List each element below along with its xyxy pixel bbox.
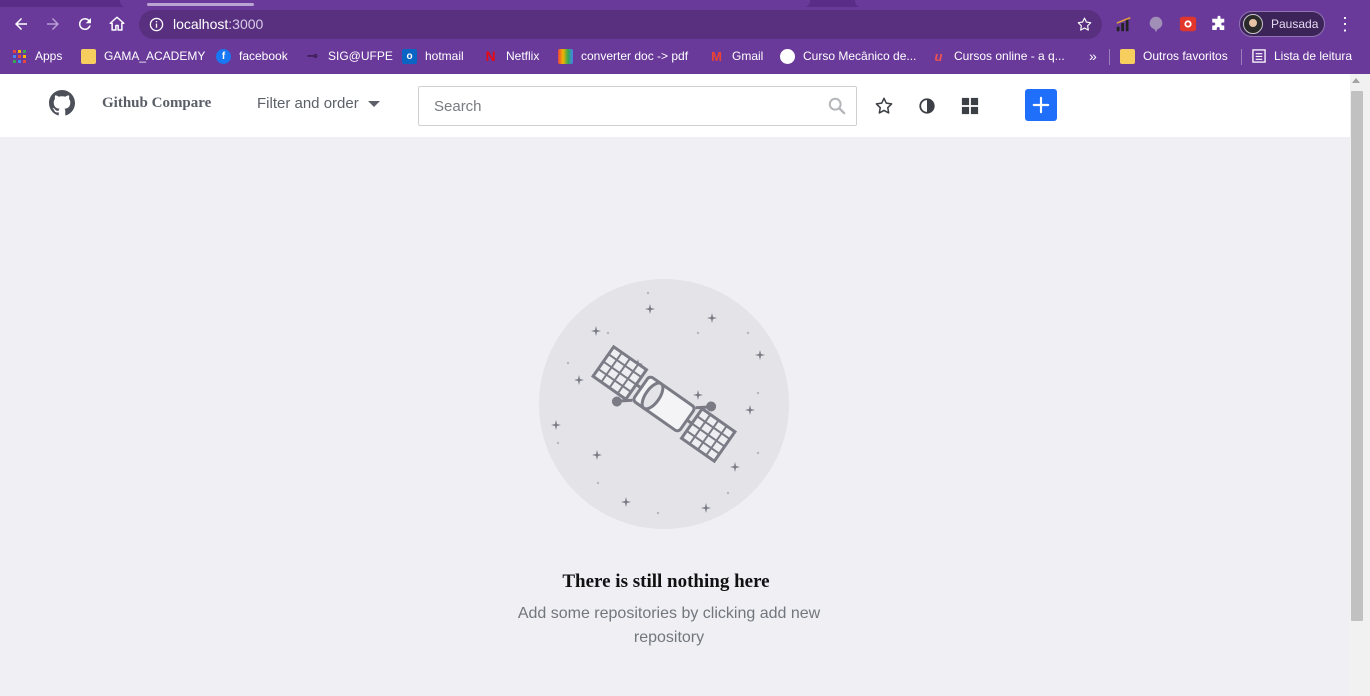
url-text[interactable]: localhost:3000	[173, 16, 263, 32]
tab-strip-right	[855, 0, 1370, 7]
bookmark-cursos-online[interactable]: u Cursos online - a q...	[931, 47, 1065, 65]
outlook-icon: o	[402, 48, 417, 64]
bookmark-label: Curso Mecânico de...	[803, 49, 917, 63]
satellite-illustration	[539, 279, 789, 529]
browser-menu-icon[interactable]: ⋮	[1336, 14, 1354, 34]
browser-toolbar: localhost:3000 Pausada ⋮	[0, 7, 1370, 41]
search-icon[interactable]	[828, 97, 846, 115]
facebook-icon: f	[216, 48, 231, 64]
reading-list-icon	[1251, 49, 1266, 64]
bookmark-other-favorites[interactable]: Outros favoritos	[1120, 47, 1228, 65]
search-box	[418, 86, 857, 126]
reading-list-button[interactable]: Lista de leitura	[1251, 47, 1352, 65]
folder-icon	[1120, 48, 1135, 64]
bookmark-label: Cursos online - a q...	[954, 49, 1065, 63]
search-input[interactable]	[419, 87, 819, 125]
forward-icon[interactable]	[41, 12, 65, 36]
profile-status-label: Pausada	[1271, 17, 1319, 31]
bookmark-label: Netflix	[506, 49, 540, 63]
bookmark-gama-academy[interactable]: GAMA_ACADEMY	[81, 47, 205, 65]
app-header: Github Compare Filter and order	[0, 74, 1350, 137]
scroll-up-arrow-icon[interactable]	[1352, 78, 1360, 83]
bookmark-label: SIG@UFPE	[328, 49, 393, 63]
filter-order-dropdown[interactable]: Filter and order	[257, 95, 380, 112]
extension-red-icon[interactable]	[1178, 14, 1198, 34]
bookmark-star-icon[interactable]	[1076, 16, 1093, 33]
course-icon	[780, 48, 795, 64]
bookmark-label: GAMA_ACADEMY	[104, 49, 206, 63]
bookmark-label: converter doc -> pdf	[581, 49, 689, 63]
converter-icon	[558, 48, 573, 64]
add-repository-button[interactable]	[1025, 89, 1057, 121]
scrollbar-thumb[interactable]	[1351, 91, 1363, 621]
plus-icon	[1032, 96, 1050, 114]
home-icon[interactable]	[105, 12, 129, 36]
tab-loading-indicator	[147, 3, 254, 6]
extension-circle-icon[interactable]	[1146, 14, 1166, 34]
bookmark-label: Lista de leitura	[1274, 49, 1353, 63]
bookmark-facebook[interactable]: f facebook	[216, 47, 288, 65]
bookmark-label: Apps	[35, 49, 63, 63]
bookmark-label: Gmail	[732, 49, 764, 63]
bookmark-label: hotmail	[425, 49, 464, 63]
bookmark-converter[interactable]: converter doc -> pdf	[558, 47, 688, 65]
bookmarks-separator	[1109, 49, 1110, 65]
bookmarks-overflow-button[interactable]: »	[1089, 47, 1097, 65]
empty-state-subtitle: Add some repositories by clicking add ne…	[517, 605, 821, 646]
avatar	[1243, 14, 1263, 34]
bookmark-netflix[interactable]: N Netflix	[483, 47, 539, 65]
apps-grid-icon	[12, 49, 27, 64]
caret-down-icon	[367, 100, 380, 107]
theme-toggle-icon[interactable]	[917, 96, 937, 116]
bookmarks-bar: Apps GAMA_ACADEMY f facebook ⊸ SIG@UFPE …	[0, 41, 1370, 71]
bookmarks-separator	[1241, 49, 1242, 65]
empty-state-title: There is still nothing here	[562, 571, 770, 592]
bookmark-hotmail[interactable]: o hotmail	[402, 47, 464, 65]
sig-icon: ⊸	[307, 48, 318, 63]
address-bar[interactable]: localhost:3000	[139, 10, 1102, 39]
browser-chrome: localhost:3000 Pausada ⋮ Apps GAMA_ACADE…	[0, 0, 1370, 74]
extensions-puzzle-icon[interactable]	[1209, 14, 1229, 34]
back-icon[interactable]	[9, 12, 33, 36]
github-logo-icon[interactable]	[49, 90, 75, 116]
folder-icon	[81, 48, 96, 64]
bookmark-sig-ufpe[interactable]: ⊸ SIG@UFPE	[305, 47, 393, 65]
reload-icon[interactable]	[73, 12, 97, 36]
filter-order-label: Filter and order	[257, 95, 359, 112]
udemy-icon: u	[934, 48, 943, 64]
gmail-icon: M	[711, 48, 722, 64]
grid-view-icon[interactable]	[960, 96, 980, 116]
app-title: Github Compare	[102, 95, 212, 111]
bookmark-gmail[interactable]: M Gmail	[709, 47, 763, 65]
bookmark-label: Outros favoritos	[1143, 49, 1228, 63]
overflow-label: »	[1089, 48, 1097, 64]
bookmark-curso-mecanico[interactable]: Curso Mecânico de...	[780, 47, 916, 65]
netflix-icon: N	[485, 48, 496, 64]
bookmark-label: facebook	[239, 49, 288, 63]
bookmark-apps[interactable]: Apps	[12, 47, 62, 65]
signal-extension-icon[interactable]	[1114, 14, 1134, 34]
profile-button[interactable]: Pausada	[1239, 11, 1325, 37]
star-icon[interactable]	[874, 96, 894, 116]
site-info-icon[interactable]	[149, 17, 164, 32]
